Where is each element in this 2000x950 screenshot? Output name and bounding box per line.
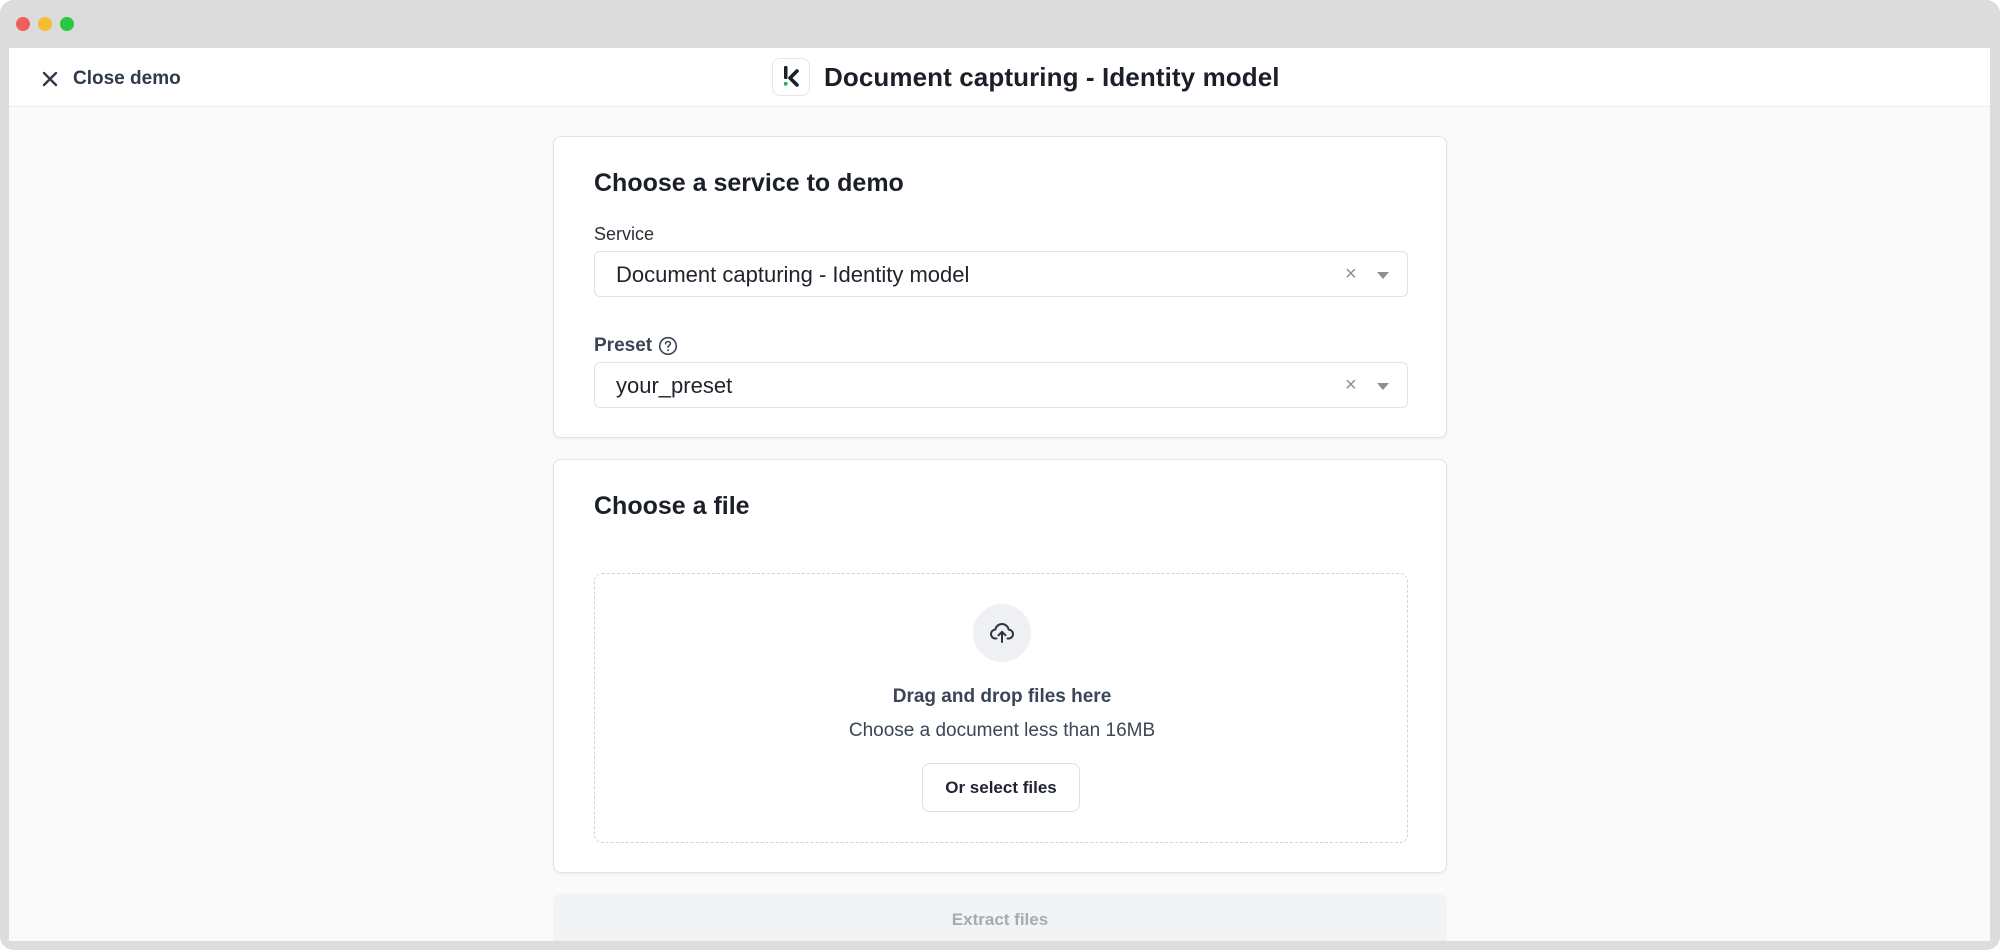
select-files-button[interactable]: Or select files bbox=[922, 763, 1080, 812]
dropzone-title: Drag and drop files here bbox=[892, 686, 1112, 707]
klippa-logo-icon bbox=[772, 58, 810, 96]
window-frame-bottom bbox=[0, 941, 2000, 950]
file-dropzone[interactable]: Drag and drop files here Choose a docume… bbox=[594, 573, 1408, 843]
service-chevron-down-icon[interactable] bbox=[1377, 272, 1389, 279]
service-select-value: Document capturing - Identity model bbox=[616, 262, 970, 287]
service-label: Service bbox=[594, 224, 655, 244]
close-icon bbox=[42, 71, 58, 87]
cloud-upload-icon bbox=[973, 604, 1031, 662]
preset-clear-icon[interactable]: × bbox=[1345, 375, 1359, 395]
browser-window: Close demo Document capturing - Identity… bbox=[0, 0, 2000, 950]
page-title: Document capturing - Identity model bbox=[824, 61, 1280, 92]
window-minimize-control[interactable] bbox=[38, 17, 52, 31]
question-circle-icon[interactable] bbox=[658, 336, 678, 356]
close-demo-label: Close demo bbox=[73, 68, 181, 89]
top-bar: Close demo Document capturing - Identity… bbox=[9, 48, 1990, 107]
window-frame-right bbox=[1990, 48, 2000, 950]
window-close-control[interactable] bbox=[16, 17, 30, 31]
preset-select[interactable]: your_preset × bbox=[594, 362, 1408, 408]
service-card: Choose a service to demo Service Documen… bbox=[553, 136, 1447, 438]
service-select[interactable]: Document capturing - Identity model × bbox=[594, 251, 1408, 297]
preset-label: Preset bbox=[594, 335, 653, 356]
demo-app: Close demo Document capturing - Identity… bbox=[9, 48, 1990, 941]
extract-files-button[interactable]: Extract files bbox=[553, 894, 1447, 941]
service-card-title: Choose a service to demo bbox=[594, 169, 904, 197]
close-demo-button[interactable]: Close demo bbox=[41, 66, 181, 92]
file-card-title: Choose a file bbox=[594, 492, 750, 520]
window-titlebar bbox=[0, 0, 2000, 48]
dropzone-subtitle: Choose a document less than 16MB bbox=[848, 720, 1156, 741]
preset-chevron-down-icon[interactable] bbox=[1377, 383, 1389, 390]
window-maximize-control[interactable] bbox=[60, 17, 74, 31]
preset-label-row: Preset bbox=[594, 335, 678, 357]
preset-select-value: your_preset bbox=[616, 373, 733, 398]
file-card: Choose a file Drag and drop files here C… bbox=[553, 459, 1447, 873]
service-clear-icon[interactable]: × bbox=[1345, 264, 1359, 284]
page-header: Document capturing - Identity model bbox=[772, 56, 1280, 98]
